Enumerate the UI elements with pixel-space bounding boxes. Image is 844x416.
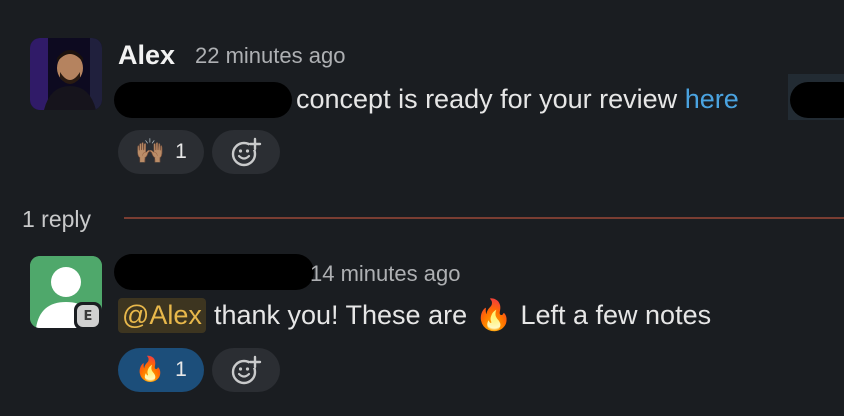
reaction-raised-hands[interactable]: 🙌🏽 1 (118, 130, 204, 174)
redacted-author-name (114, 254, 314, 290)
add-reaction-button[interactable] (212, 348, 280, 392)
add-reaction-icon (231, 137, 262, 167)
message-body: thank you! These are (213, 299, 468, 330)
reaction-count: 1 (175, 358, 187, 381)
reaction-fire[interactable]: 🔥 1 (118, 348, 204, 392)
message-text: concept is ready for your review here (296, 82, 739, 116)
reaction-count: 1 (175, 140, 187, 163)
review-link[interactable]: here (685, 84, 739, 114)
avatar-alex[interactable] (30, 38, 102, 110)
message-timestamp[interactable]: 22 minutes ago (195, 42, 345, 70)
message-body: concept is ready for your review (296, 84, 678, 114)
external-user-badge: E (74, 302, 102, 330)
user-mention[interactable]: @Alex (118, 297, 206, 333)
add-reaction-button[interactable] (212, 130, 280, 174)
new-messages-divider (124, 217, 844, 219)
message-body-continued: Left a few notes (520, 299, 712, 330)
add-reaction-icon (231, 355, 262, 385)
message-text: @Alex thank you! These are 🔥 Left a few … (118, 292, 711, 338)
fire-icon: 🔥 (135, 356, 166, 383)
fire-icon: 🔥 (475, 298, 513, 332)
raised-hands-icon: 🙌🏽 (135, 138, 166, 165)
reply-count[interactable]: 1 reply (22, 205, 91, 233)
external-badge-label: E (77, 305, 99, 327)
author-name[interactable]: Alex (118, 38, 175, 72)
message-timestamp[interactable]: 14 minutes ago (310, 260, 460, 288)
redacted-text (114, 82, 292, 118)
redacted-text (790, 82, 844, 118)
avatar-photo-icon (30, 38, 102, 110)
